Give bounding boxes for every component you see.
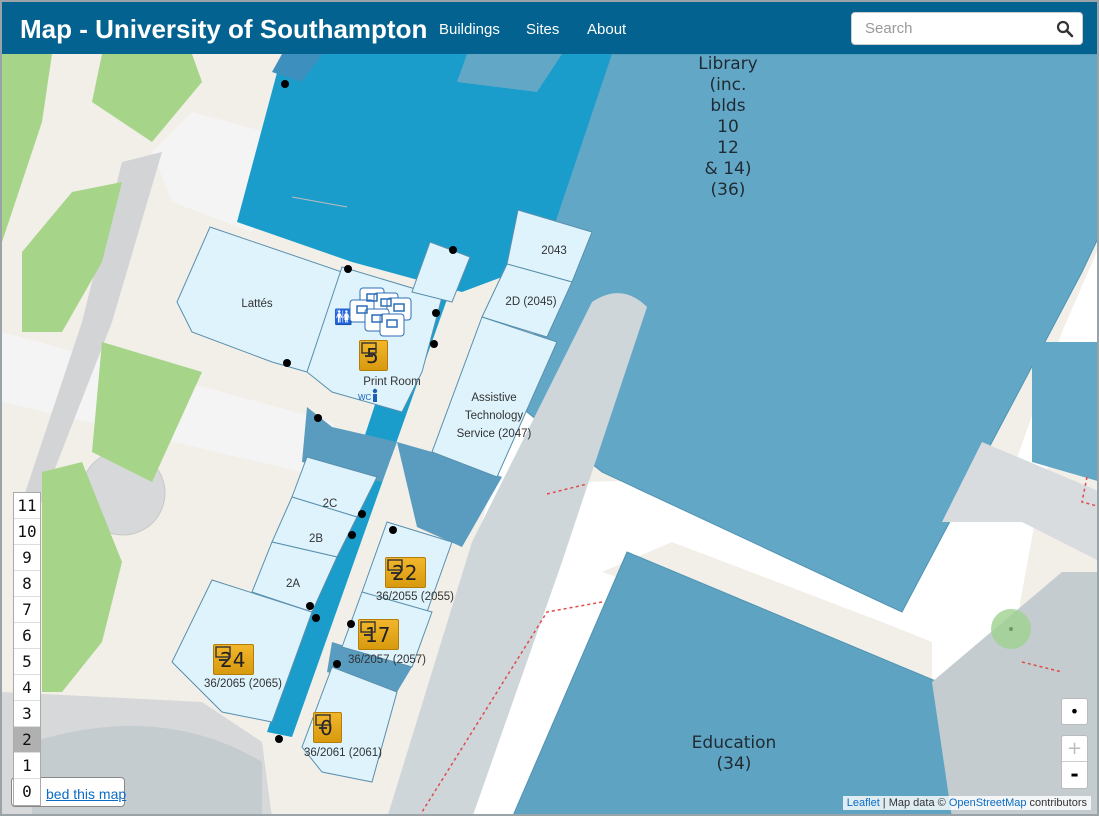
level-9[interactable]: 9 xyxy=(14,545,40,571)
level-2[interactable]: 2 xyxy=(14,727,40,753)
computer-icon xyxy=(387,559,403,574)
room-label-print: Print Room xyxy=(363,376,421,388)
room-label-2b: 2B xyxy=(309,533,323,545)
svg-text:& 14): & 14) xyxy=(705,159,752,179)
room-label-2043: 2043 xyxy=(541,245,567,257)
level-selector: 11 10 9 8 7 6 5 4 3 2 1 0 xyxy=(13,492,41,806)
computer-icon xyxy=(361,342,377,357)
svg-text:(36): (36) xyxy=(711,180,746,200)
computer-icon xyxy=(360,621,376,636)
svg-text:12: 12 xyxy=(717,138,739,158)
room-label-2a: 2A xyxy=(286,578,300,590)
map-app: Map - University of Southampton Building… xyxy=(0,0,1099,816)
computer-marker-24[interactable]: 24 xyxy=(213,644,255,675)
computer-marker-17[interactable]: 17 xyxy=(358,619,400,650)
level-7[interactable]: 7 xyxy=(14,597,40,623)
level-8[interactable]: 8 xyxy=(14,571,40,597)
level-1[interactable]: 1 xyxy=(14,753,40,779)
library-building-annex[interactable] xyxy=(1032,342,1099,482)
osm-link[interactable]: OpenStreetMap xyxy=(949,797,1027,809)
marker-label-2057: 36/2057 (2057) xyxy=(348,654,427,666)
svg-text:10: 10 xyxy=(717,117,739,137)
location-dot xyxy=(1009,627,1013,631)
search-box xyxy=(851,12,1083,45)
computer-icon xyxy=(315,714,331,729)
map-canvas[interactable]: Library (inc. blds 10 12 & 14) (36) Educ… xyxy=(2,54,1099,814)
level-5[interactable]: 5 xyxy=(14,649,40,675)
marker-label-2061: 36/2061 (2061) xyxy=(304,747,383,759)
attribution-text: | Map data © xyxy=(879,797,949,809)
room-label-2c: 2C xyxy=(323,498,338,510)
level-3[interactable]: 3 xyxy=(14,701,40,727)
navbar: Map - University of Southampton Building… xyxy=(2,2,1097,54)
level-4[interactable]: 4 xyxy=(14,675,40,701)
locate-button[interactable]: • xyxy=(1061,698,1088,725)
search-icon[interactable] xyxy=(1056,20,1074,38)
room-label-2d: 2D (2045) xyxy=(505,296,556,308)
svg-text:WC: WC xyxy=(358,393,372,402)
leaflet-link[interactable]: Leaflet xyxy=(847,797,880,809)
site-title[interactable]: Map - University of Southampton xyxy=(20,14,427,45)
map-attribution: Leaflet | Map data © OpenStreetMap contr… xyxy=(842,796,1091,810)
level-0[interactable]: 0 xyxy=(14,779,40,805)
locate-icon: • xyxy=(1069,702,1080,721)
marker-label-2055: 36/2055 (2055) xyxy=(376,591,455,603)
svg-text:blds: blds xyxy=(710,96,745,116)
svg-text:(34): (34) xyxy=(717,754,752,774)
search-input[interactable] xyxy=(853,14,1043,43)
nav-about[interactable]: About xyxy=(587,21,626,38)
room-label-ats-3: Service (2047) xyxy=(457,428,532,440)
room-label-ats-1: Assistive xyxy=(471,392,516,404)
nav-buildings[interactable]: Buildings xyxy=(439,21,500,38)
computer-marker-22[interactable]: 22 xyxy=(385,557,427,588)
level-10[interactable]: 10 xyxy=(14,519,40,545)
map-tiles: Library (inc. blds 10 12 & 14) (36) Educ… xyxy=(2,54,1099,814)
computer-icon xyxy=(215,646,231,661)
computer-marker-5[interactable]: 5 xyxy=(359,340,388,371)
zoom-in-button[interactable]: + xyxy=(1062,736,1087,762)
room-label-lattes: Lattés xyxy=(241,298,273,310)
room-label-ats-2: Technology xyxy=(465,410,523,422)
svg-text:Education: Education xyxy=(692,733,777,753)
attribution-suffix: contributors xyxy=(1026,797,1087,809)
zoom-out-button[interactable]: - xyxy=(1062,762,1087,788)
nav-sites[interactable]: Sites xyxy=(526,21,559,38)
zoom-control: + - xyxy=(1061,735,1088,789)
svg-text:(inc.: (inc. xyxy=(710,75,747,95)
svg-text:Library: Library xyxy=(698,54,757,74)
embed-map-link[interactable]: bed this map xyxy=(46,786,126,802)
level-6[interactable]: 6 xyxy=(14,623,40,649)
computer-marker-0[interactable]: 0 xyxy=(313,712,342,743)
marker-label-2065: 36/2065 (2065) xyxy=(204,678,283,690)
level-11[interactable]: 11 xyxy=(14,493,40,519)
